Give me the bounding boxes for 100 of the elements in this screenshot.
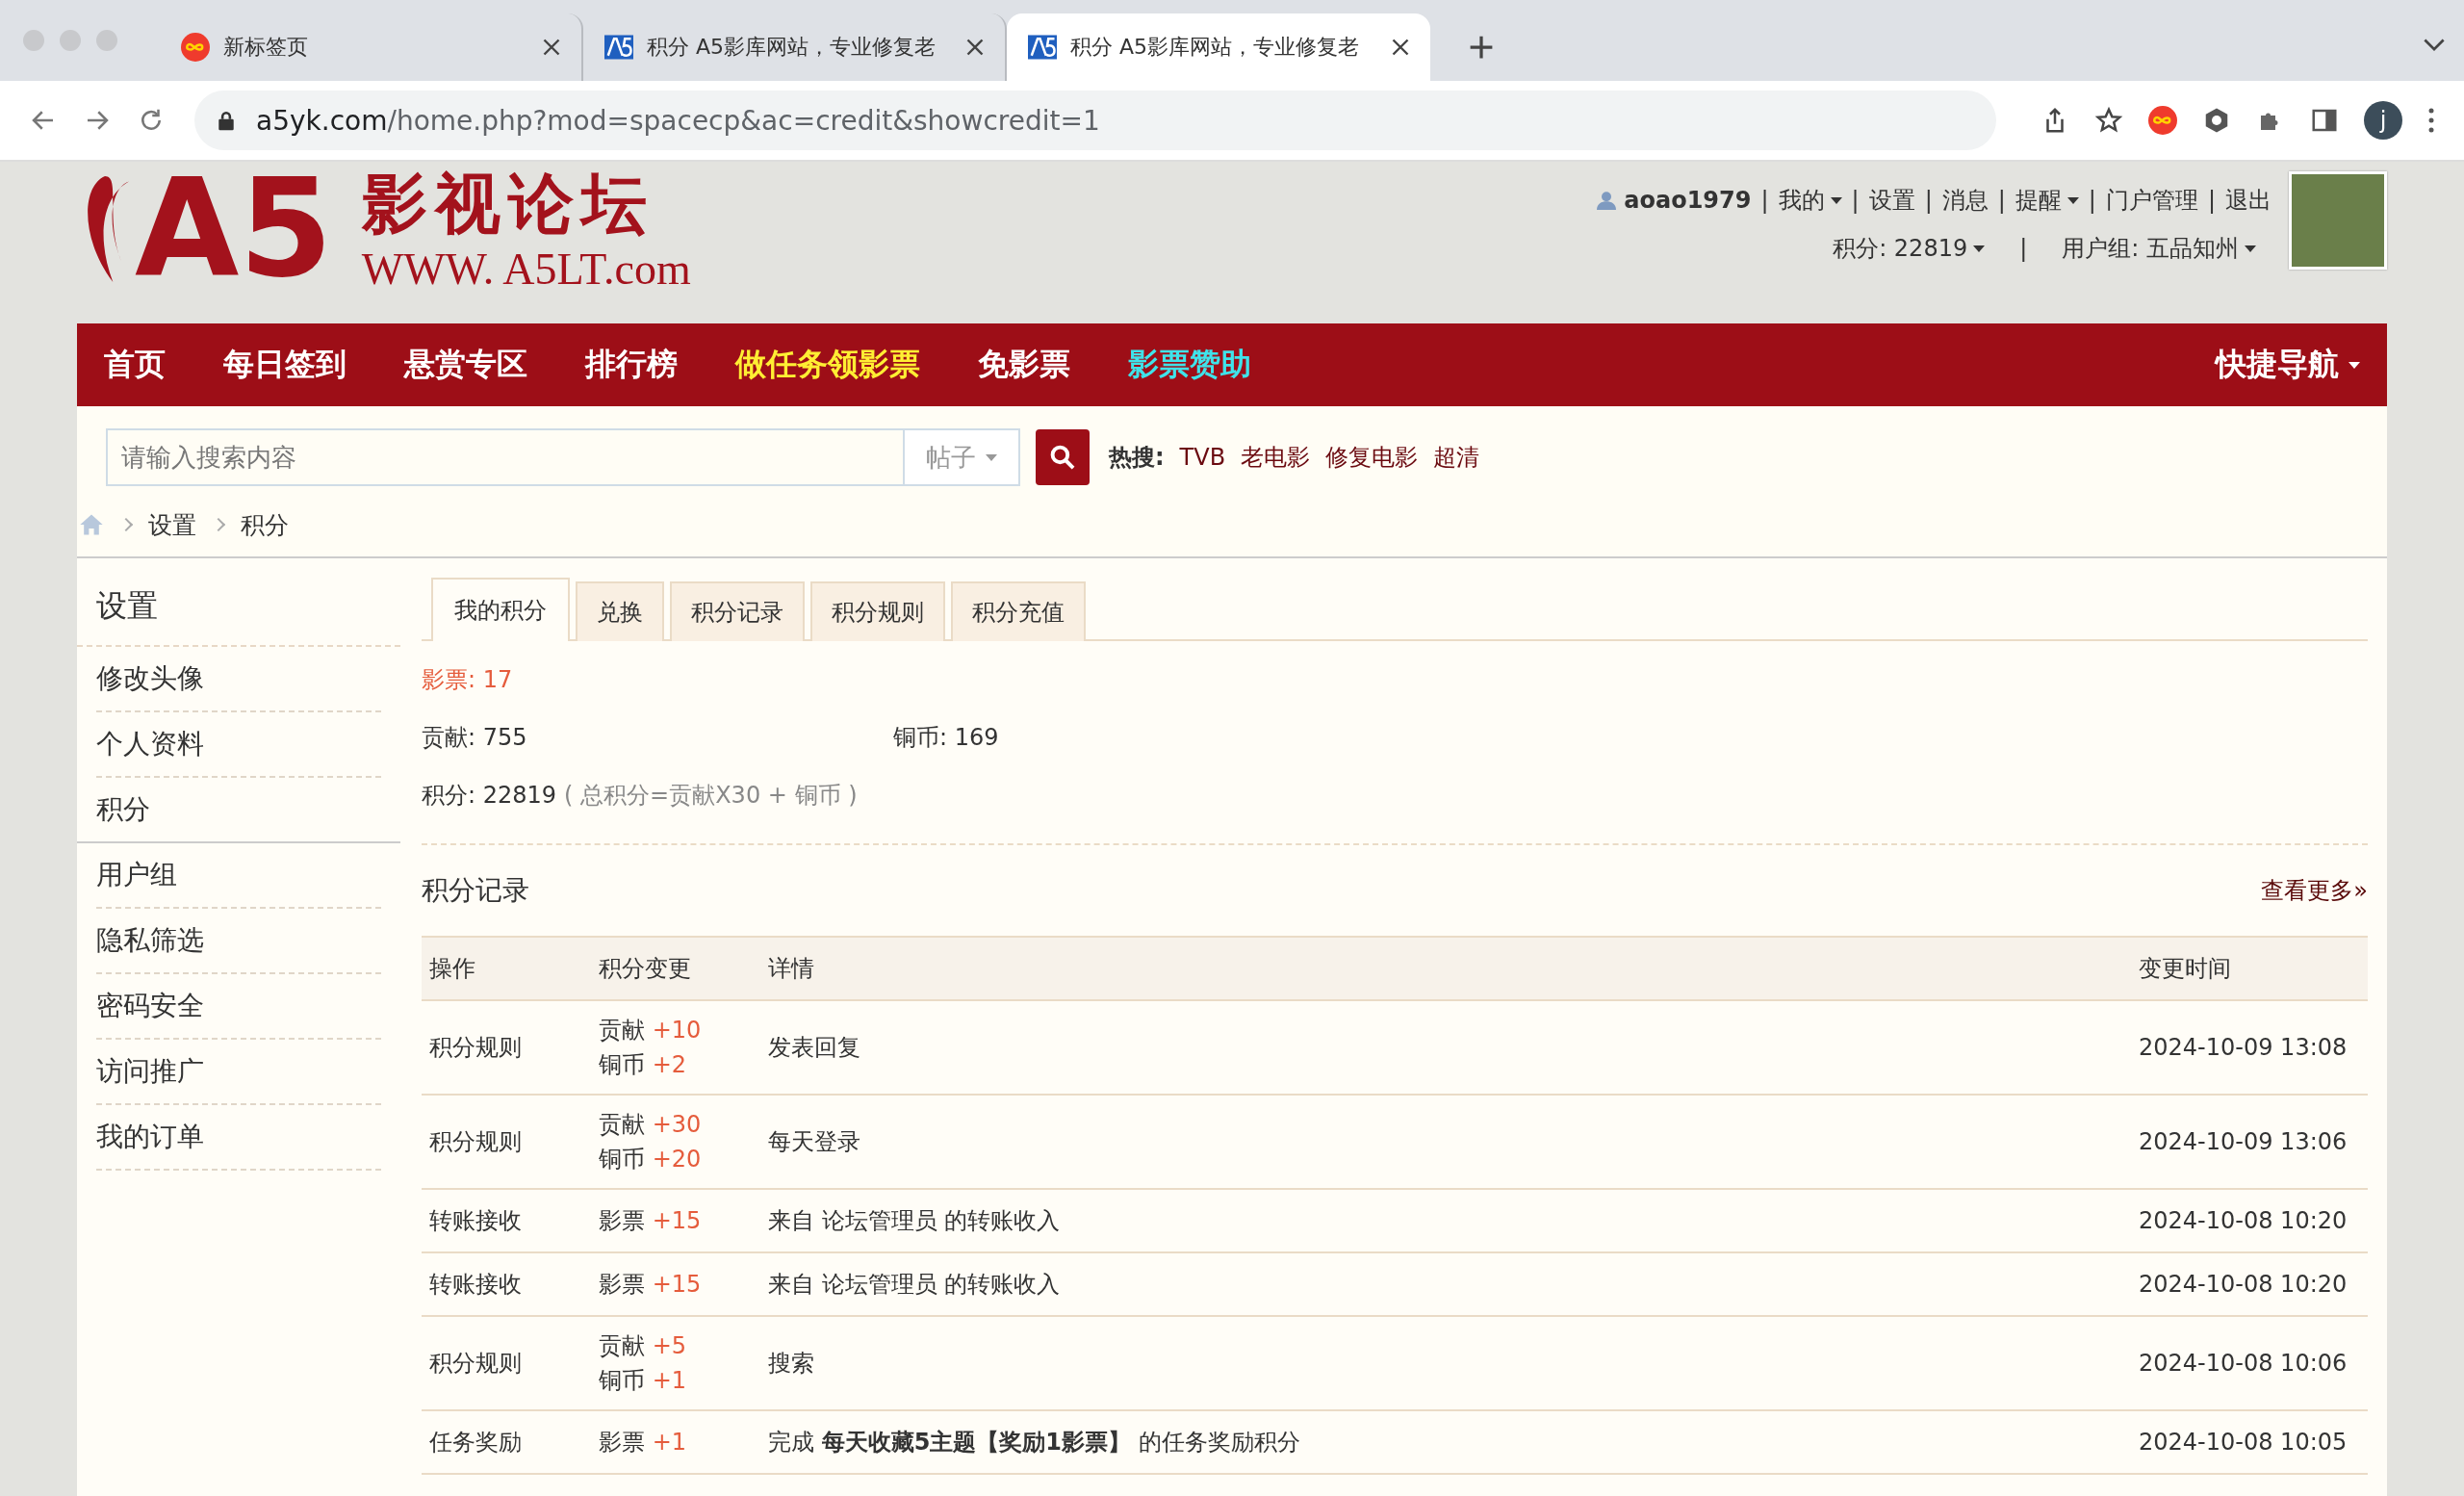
user-menu-link[interactable]: 我的 xyxy=(1778,185,1842,216)
table-cell: 积分规则 xyxy=(422,1316,591,1410)
table-cell: 2024-10-09 13:08 xyxy=(2131,1000,2368,1095)
user-menu-link[interactable]: 设置 xyxy=(1868,185,1915,216)
tab[interactable]: 积分规则 xyxy=(810,581,945,641)
table-cell: 来自 论坛管理员 的转账收入 xyxy=(760,1189,2131,1252)
hot-search-link[interactable]: TVB xyxy=(1179,444,1226,471)
table-cell: 2024-10-08 10:05 xyxy=(2131,1410,2368,1474)
more-icon[interactable] xyxy=(2427,106,2435,135)
table-cell: 发表回复 xyxy=(760,1000,2131,1095)
search-button[interactable] xyxy=(1036,429,1090,485)
close-icon[interactable] xyxy=(1392,39,1409,56)
chevron-down-icon[interactable] xyxy=(2424,39,2445,52)
separator: | xyxy=(1997,187,2006,214)
tab[interactable]: 积分记录 xyxy=(670,581,805,641)
sidebar-item[interactable]: 访问推广 xyxy=(96,1040,381,1105)
credit-change: 贡献 +10 xyxy=(599,1016,703,1045)
user-menu-link[interactable]: 退出 xyxy=(2225,185,2272,216)
tab[interactable]: 积分充值 xyxy=(951,581,1086,641)
credit-change: 贡献 +5 xyxy=(599,1331,688,1361)
user-icon xyxy=(1597,191,1617,210)
infinity-icon[interactable] xyxy=(2148,106,2177,135)
credit-change: 影票 +15 xyxy=(599,1206,703,1236)
username-link[interactable]: aoao1979 xyxy=(1624,187,1752,214)
nav-link[interactable]: 每日签到 xyxy=(223,344,346,386)
close-icon[interactable] xyxy=(966,39,984,56)
tab[interactable]: 我的积分 xyxy=(431,578,570,641)
search-field[interactable]: 请输入搜索内容 xyxy=(106,428,905,486)
sidebar-item[interactable]: 个人资料 xyxy=(96,712,381,778)
logo-url: WWW. A5LT.com xyxy=(361,244,691,296)
table-cell: 2024-10-08 10:20 xyxy=(2131,1252,2368,1316)
profile-avatar[interactable]: j xyxy=(2364,101,2402,140)
separator: | xyxy=(1851,187,1860,214)
logo-mark: A5 xyxy=(135,162,334,297)
total-credits-value: 积分: 22819 xyxy=(422,781,557,811)
separator: | xyxy=(2088,187,2096,214)
column-header: 操作 xyxy=(422,937,591,1000)
star-icon[interactable] xyxy=(2094,106,2123,135)
sidebar-item[interactable]: 密码安全 xyxy=(96,974,381,1040)
logo-title: 影视论坛 xyxy=(361,167,655,243)
lock-icon xyxy=(218,110,235,131)
section-title: 积分记录 xyxy=(422,873,529,908)
separator: | xyxy=(2207,187,2216,214)
credit-change: 影票 +1 xyxy=(599,1428,688,1457)
hot-search-link[interactable]: 超清 xyxy=(1433,442,1480,473)
table-cell: 2024-10-08 10:20 xyxy=(2131,1189,2368,1252)
table-cell: 2024-10-08 10:06 xyxy=(2131,1316,2368,1410)
new-tab-icon[interactable] xyxy=(1469,35,1494,60)
tickets-value: 影票: 17 xyxy=(422,665,513,695)
user-menu-link[interactable]: 消息 xyxy=(1941,185,1989,216)
nav-link[interactable]: 首页 xyxy=(104,344,166,386)
tab[interactable]: 兑换 xyxy=(576,581,664,641)
user-menu-link[interactable]: 门户管理 xyxy=(2105,185,2198,216)
credits-link[interactable]: 积分: 22819 xyxy=(1833,233,1986,264)
sidebar-item[interactable]: 我的订单 xyxy=(96,1105,381,1171)
search-icon xyxy=(1050,445,1075,470)
column-header: 积分变更 xyxy=(591,937,760,1000)
column-header: 详情 xyxy=(760,937,2131,1000)
separator: | xyxy=(1760,187,1769,214)
copper-value: 铜币: 169 xyxy=(893,723,999,753)
separator: | xyxy=(1924,187,1933,214)
hot-search-link[interactable]: 修复电影 xyxy=(1325,442,1419,473)
site-logo-icon xyxy=(604,33,633,62)
quick-nav-menu[interactable]: 快捷导航 xyxy=(2216,344,2360,386)
hot-search-label: 热搜: xyxy=(1109,443,1165,473)
nav-link[interactable]: 排行榜 xyxy=(585,344,678,386)
nav-link[interactable]: 悬赏专区 xyxy=(404,344,527,386)
sidebar-item[interactable]: 用户组 xyxy=(96,843,381,909)
browser-tab[interactable]: 积分 A5影库网站，专业修复老 xyxy=(1007,13,1430,81)
infinity-icon xyxy=(181,33,210,62)
close-icon[interactable] xyxy=(543,39,560,56)
table-cell: 每天登录 xyxy=(760,1095,2131,1189)
photo-placeholder[interactable] xyxy=(2289,171,2387,270)
table-cell: 来自 论坛管理员 的转账收入 xyxy=(760,1252,2131,1316)
view-more-link[interactable]: 查看更多» xyxy=(2261,875,2368,906)
separator: | xyxy=(2019,235,2028,262)
formula-note: ( 总积分=贡献X30 + 铜币 ) xyxy=(564,781,858,811)
hot-search-link[interactable]: 老电影 xyxy=(1241,442,1311,473)
credit-change: 铜币 +2 xyxy=(599,1050,688,1080)
nav-link[interactable]: 做任务领影票 xyxy=(735,344,920,386)
credit-change: 贡献 +30 xyxy=(599,1110,703,1140)
sidebar-item[interactable]: 积分 xyxy=(77,778,400,843)
user-menu-link[interactable]: 提醒 xyxy=(2015,185,2079,216)
credit-change: 铜币 +1 xyxy=(599,1366,688,1396)
table-cell: 转账接收 xyxy=(422,1189,591,1252)
nav-link[interactable]: 免影票 xyxy=(978,344,1070,386)
site-logo-icon xyxy=(1028,33,1057,62)
user-group-link[interactable]: 用户组: 五品知州 xyxy=(2062,233,2256,264)
address-field[interactable]: a5yk.com/home.php?mod=spacecp&ac=credit&showcredit=1 xyxy=(194,90,1996,150)
breadcrumb-link[interactable]: 积分 xyxy=(241,508,289,541)
table-cell: 任务奖励 xyxy=(422,1410,591,1474)
breadcrumb-link[interactable]: 设置 xyxy=(148,508,196,541)
nav-link[interactable]: 影票赞助 xyxy=(1128,344,1251,386)
sidebar-item[interactable]: 修改头像 xyxy=(96,647,381,712)
sidebar-item[interactable]: 隐私筛选 xyxy=(96,909,381,974)
table-cell: 转账接收 xyxy=(422,1252,591,1316)
table-cell: 完成 每天收藏5主题【奖励1影票】 的任务奖励积分 xyxy=(760,1410,2131,1474)
column-header: 变更时间 xyxy=(2131,937,2368,1000)
contribution-value: 贡献: 755 xyxy=(422,723,528,753)
sidebar-title: 设置 xyxy=(77,568,400,647)
